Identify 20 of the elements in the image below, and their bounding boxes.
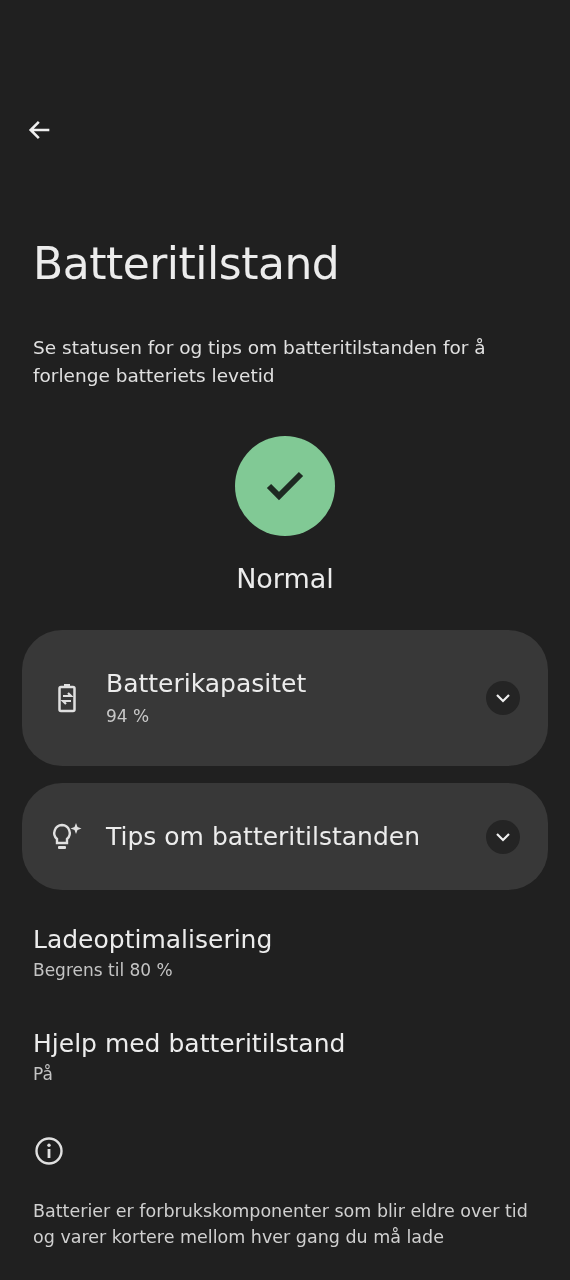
page-title: Batteritilstand (33, 237, 341, 291)
card-title: Batterikapasitet (106, 668, 308, 700)
setting-title[interactable]: Ladeoptimalisering (33, 924, 570, 956)
setting-title[interactable]: Hjelp med batteritilstand (33, 1028, 570, 1060)
info-icon (34, 1136, 64, 1166)
chevron-down-icon (495, 693, 511, 703)
expand-button[interactable] (486, 681, 520, 715)
card-subtitle: 94 % (106, 705, 151, 728)
setting-value: På (33, 1063, 54, 1086)
battery-sync-icon (57, 683, 77, 713)
chevron-down-icon (495, 831, 511, 842)
info-text: Batterier er forbrukskomponenter som blir eldre over tid og varer kortere mellom hver gang du må lade (33, 1200, 529, 1249)
expandable-card[interactable]: Batterikapasitet 94 % (22, 630, 548, 766)
expand-button[interactable] (486, 819, 520, 854)
setting-value: Begrens til 80 % (33, 959, 174, 982)
card-title: Tips om batteritilstanden (106, 820, 422, 853)
status-label: Normal (235, 562, 335, 596)
lightbulb-sparkle-icon (51, 821, 83, 852)
expandable-card[interactable]: Tips om batteritilstanden (22, 783, 548, 890)
page-description: Se statusen for og tips om batteritilstanden for å forlenge batteriets levetid (33, 336, 487, 388)
